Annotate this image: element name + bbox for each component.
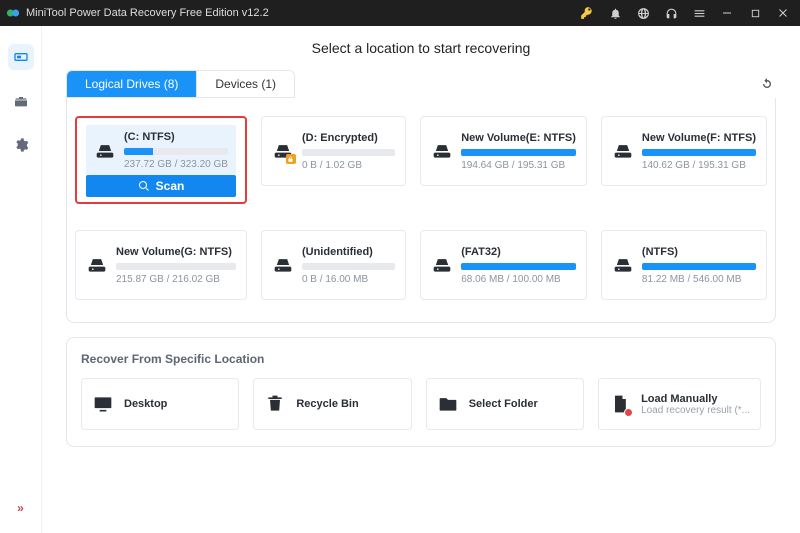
drive-name: (D: Encrypted): [302, 132, 395, 144]
drive-card[interactable]: New Volume(E: NTFS) 194.64 GB / 195.31 G…: [420, 116, 587, 186]
key-icon[interactable]: [580, 6, 594, 20]
location-sublabel: Load recovery result (*...: [641, 405, 750, 416]
badge-icon: [624, 408, 633, 417]
location-card[interactable]: Select Folder: [426, 378, 584, 430]
hard-drive-icon: [94, 140, 116, 162]
location-label: Load Manually: [641, 393, 750, 405]
drive-name: (FAT32): [461, 246, 576, 258]
hard-drive-icon: [86, 254, 108, 276]
drive-stats: 194.64 GB / 195.31 GB: [461, 160, 576, 171]
drive-card[interactable]: (Unidentified) 0 B / 16.00 MB: [261, 230, 406, 300]
minimize-icon[interactable]: [720, 6, 734, 20]
drive-card[interactable]: (D: Encrypted) 0 B / 1.02 GB: [261, 116, 406, 186]
usage-bar: [461, 263, 576, 270]
drive-stats: 140.62 GB / 195.31 GB: [642, 160, 756, 171]
main-content: Select a location to start recovering Lo…: [42, 26, 800, 533]
location-card[interactable]: Desktop: [81, 378, 239, 430]
drive-card[interactable]: (FAT32) 68.06 MB / 100.00 MB: [420, 230, 587, 300]
hard-drive-icon: [431, 254, 453, 276]
refresh-icon[interactable]: [758, 75, 776, 93]
drive-name: New Volume(E: NTFS): [461, 132, 576, 144]
usage-bar: [461, 149, 576, 156]
locations-title: Recover From Specific Location: [81, 352, 761, 366]
titlebar: MiniTool Power Data Recovery Free Editio…: [0, 0, 800, 26]
drive-name: (C: NTFS): [124, 131, 228, 143]
sidebar: »: [0, 26, 42, 533]
sidebar-item-toolbox[interactable]: [8, 88, 34, 114]
drive-card[interactable]: New Volume(G: NTFS) 215.87 GB / 216.02 G…: [75, 230, 247, 300]
drive-tabs: Logical Drives (8) Devices (1): [66, 70, 295, 98]
drive-name: (NTFS): [642, 246, 756, 258]
folder-icon: [437, 393, 459, 415]
page-title: Select a location to start recovering: [66, 40, 776, 56]
usage-bar: [642, 149, 756, 156]
hard-drive-icon: [612, 140, 634, 162]
monitor-icon: [92, 393, 114, 415]
drive-stats: 0 B / 1.02 GB: [302, 160, 395, 171]
drive-stats: 215.87 GB / 216.02 GB: [116, 274, 236, 285]
hard-drive-icon: [431, 140, 453, 162]
drive-stats: 68.06 MB / 100.00 MB: [461, 274, 576, 285]
tab-logical-drives[interactable]: Logical Drives (8): [67, 71, 196, 97]
sidebar-item-recovery[interactable]: [8, 44, 34, 70]
drive-stats: 0 B / 16.00 MB: [302, 274, 395, 285]
usage-bar: [116, 263, 236, 270]
menu-icon[interactable]: [692, 6, 706, 20]
maximize-icon[interactable]: [748, 6, 762, 20]
hard-drive-icon: [272, 140, 294, 162]
usage-bar: [302, 149, 395, 156]
headphones-icon[interactable]: [664, 6, 678, 20]
usage-bar: [302, 263, 395, 270]
app-logo-icon: [6, 6, 20, 20]
location-card[interactable]: Load Manually Load recovery result (*...: [598, 378, 761, 430]
drive-name: (Unidentified): [302, 246, 395, 258]
sidebar-item-settings[interactable]: [8, 132, 34, 158]
close-icon[interactable]: [776, 6, 790, 20]
drive-stats: 237.72 GB / 323.20 GB: [124, 159, 228, 170]
lock-icon: [286, 154, 296, 164]
doc-red-icon: [609, 393, 631, 415]
window-title: MiniTool Power Data Recovery Free Editio…: [26, 7, 269, 19]
location-card[interactable]: Recycle Bin: [253, 378, 411, 430]
globe-icon[interactable]: [636, 6, 650, 20]
location-label: Recycle Bin: [296, 398, 358, 410]
drive-name: New Volume(F: NTFS): [642, 132, 756, 144]
locations-panel: Recover From Specific Location Desktop R…: [66, 337, 776, 447]
drive-card[interactable]: (NTFS) 81.22 MB / 546.00 MB: [601, 230, 767, 300]
drive-card-selected[interactable]: (C: NTFS) 237.72 GB / 323.20 GB Scan: [75, 116, 247, 204]
titlebar-actions: [580, 6, 790, 20]
hard-drive-icon: [272, 254, 294, 276]
drives-panel: (C: NTFS) 237.72 GB / 323.20 GB Scan (D:…: [66, 98, 776, 323]
drive-stats: 81.22 MB / 546.00 MB: [642, 274, 756, 285]
location-label: Select Folder: [469, 398, 538, 410]
tab-devices[interactable]: Devices (1): [196, 71, 294, 97]
hard-drive-icon: [612, 254, 634, 276]
bell-icon[interactable]: [608, 6, 622, 20]
usage-bar: [642, 263, 756, 270]
drive-name: New Volume(G: NTFS): [116, 246, 236, 258]
location-label: Desktop: [124, 398, 167, 410]
usage-bar: [124, 148, 228, 155]
scan-button[interactable]: Scan: [86, 175, 236, 197]
sidebar-expand-icon[interactable]: »: [11, 501, 31, 515]
trash-icon: [264, 393, 286, 415]
drive-card[interactable]: New Volume(F: NTFS) 140.62 GB / 195.31 G…: [601, 116, 767, 186]
